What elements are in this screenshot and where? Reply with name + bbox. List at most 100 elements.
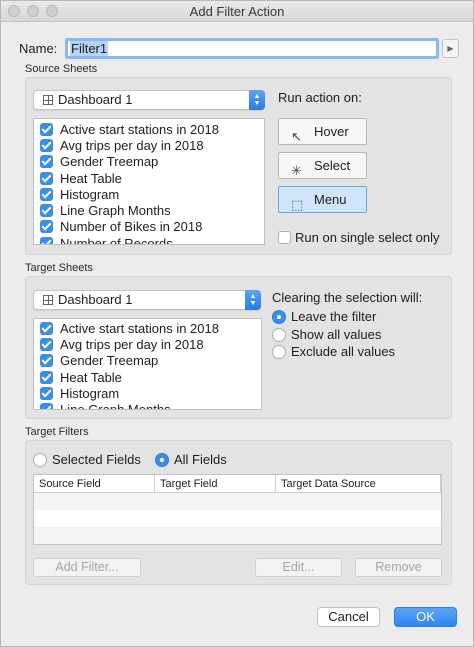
- pointer-icon: ↖: [291, 129, 302, 144]
- list-item[interactable]: Active start stations in 2018: [34, 320, 261, 336]
- select-stepper-icon: ▲ ▼: [245, 290, 261, 310]
- list-item-label: Number of Records: [60, 235, 173, 245]
- cancel-button[interactable]: Cancel: [317, 607, 380, 627]
- selected-fields-option[interactable]: Selected Fields: [33, 452, 141, 467]
- all-fields-label: All Fields: [174, 452, 227, 467]
- single-select-option[interactable]: Run on single select only: [278, 230, 440, 245]
- list-item[interactable]: Gender Treemap: [34, 154, 264, 170]
- name-input[interactable]: Filter1: [65, 38, 439, 59]
- list-item[interactable]: Heat Table: [34, 170, 264, 186]
- hover-action-button[interactable]: ↖ Hover: [278, 118, 367, 145]
- clear-leave-filter-option[interactable]: Leave the filter: [272, 309, 376, 324]
- all-fields-option[interactable]: All Fields: [155, 452, 227, 467]
- list-item[interactable]: Avg trips per day in 2018: [34, 137, 264, 153]
- target-filters-heading: Target Filters: [25, 426, 89, 438]
- dashboard-grid-icon: [43, 295, 53, 305]
- play-icon: ▶: [447, 44, 454, 53]
- list-item-label: Gender Treemap: [60, 353, 159, 369]
- list-item-label: Histogram: [60, 186, 120, 202]
- list-item-label: Line Graph Months: [60, 402, 171, 410]
- single-select-label: Run on single select only: [295, 230, 440, 245]
- select-stepper-icon: ▲ ▼: [249, 90, 265, 110]
- table-row: [34, 493, 441, 510]
- name-label: Name:: [19, 41, 58, 56]
- col-source-field[interactable]: Source Field: [34, 475, 155, 493]
- list-item[interactable]: Active start stations in 2018: [34, 121, 264, 137]
- checkbox[interactable]: [40, 138, 53, 152]
- table-row: [34, 527, 441, 544]
- checkbox[interactable]: [40, 220, 53, 234]
- target-sheets-list[interactable]: Active start stations in 2018 Avg trips p…: [33, 318, 262, 410]
- menu-action-button[interactable]: ⬚ Menu: [278, 186, 367, 213]
- target-dashboard-select[interactable]: Dashboard 1 ▲ ▼: [33, 290, 261, 310]
- menu-action-label: Menu: [314, 192, 347, 207]
- add-filter-action-dialog: Add Filter Action Name: Filter1 ▶ Source…: [0, 0, 474, 647]
- select-action-button[interactable]: ✳ Select: [278, 152, 367, 179]
- list-item[interactable]: Gender Treemap: [34, 353, 261, 369]
- checkbox[interactable]: [40, 155, 53, 169]
- list-item-label: Gender Treemap: [60, 154, 159, 170]
- source-dashboard-value: Dashboard 1: [58, 92, 133, 107]
- list-item[interactable]: Avg trips per day in 2018: [34, 336, 261, 352]
- leave-filter-label: Leave the filter: [291, 309, 377, 324]
- list-item-label: Heat Table: [60, 369, 122, 385]
- checkbox[interactable]: [40, 337, 53, 351]
- single-select-checkbox[interactable]: [278, 231, 291, 244]
- list-item[interactable]: Heat Table: [34, 369, 261, 385]
- list-item[interactable]: Number of Records: [34, 235, 264, 245]
- checkbox[interactable]: [40, 204, 53, 218]
- radio-leave-filter[interactable]: [272, 309, 286, 324]
- checkbox[interactable]: [40, 403, 53, 409]
- exclude-all-label: Exclude all values: [291, 344, 396, 359]
- dashboard-grid-icon: [43, 95, 53, 105]
- target-dashboard-value: Dashboard 1: [58, 292, 133, 307]
- selected-fields-label: Selected Fields: [52, 452, 141, 467]
- radio-selected-fields[interactable]: [33, 452, 47, 467]
- source-dashboard-select[interactable]: Dashboard 1 ▲ ▼: [33, 90, 265, 110]
- list-item[interactable]: Line Graph Months: [34, 202, 264, 218]
- checkbox[interactable]: [40, 122, 53, 136]
- source-sheets-group: Dashboard 1 ▲ ▼ Active start stations in …: [25, 77, 452, 255]
- radio-show-all[interactable]: [272, 327, 286, 342]
- window-title: Add Filter Action: [189, 4, 285, 19]
- checkbox[interactable]: [40, 321, 53, 335]
- select-action-label: Select: [314, 158, 351, 173]
- edit-button[interactable]: Edit...: [255, 558, 342, 577]
- list-item[interactable]: Histogram: [34, 186, 264, 202]
- list-item-label: Histogram: [60, 385, 120, 401]
- checkbox[interactable]: [40, 370, 53, 384]
- checkbox[interactable]: [40, 354, 53, 368]
- clear-show-all-option[interactable]: Show all values: [272, 327, 381, 342]
- list-item-label: Heat Table: [60, 170, 122, 186]
- list-item[interactable]: Line Graph Months: [34, 401, 261, 410]
- list-item-label: Avg trips per day in 2018: [60, 137, 204, 153]
- radio-all-fields[interactable]: [155, 452, 169, 467]
- radio-exclude-all[interactable]: [272, 344, 286, 359]
- target-sheets-heading: Target Sheets: [25, 262, 93, 274]
- show-all-label: Show all values: [291, 327, 382, 342]
- name-input-value: Filter1: [70, 41, 109, 56]
- target-filters-table[interactable]: Source Field Target Field Target Data So…: [33, 474, 442, 545]
- ok-button[interactable]: OK: [394, 607, 457, 627]
- checkbox[interactable]: [40, 171, 53, 185]
- list-item-label: Number of Bikes in 2018: [60, 219, 203, 235]
- run-action-label: Run action on:: [278, 90, 362, 105]
- list-item[interactable]: Histogram: [34, 385, 261, 401]
- list-item-label: Active start stations in 2018: [60, 121, 219, 137]
- table-row: [34, 510, 441, 527]
- source-sheets-list[interactable]: Active start stations in 2018 Avg trips p…: [33, 118, 265, 245]
- name-expand-button[interactable]: ▶: [442, 39, 459, 58]
- col-target-field[interactable]: Target Field: [155, 475, 276, 493]
- checkbox[interactable]: [40, 187, 53, 201]
- add-filter-button[interactable]: Add Filter...: [33, 558, 141, 577]
- remove-button[interactable]: Remove: [355, 558, 442, 577]
- checkbox[interactable]: [40, 386, 53, 400]
- list-item-label: Active start stations in 2018: [60, 320, 219, 336]
- source-sheets-heading: Source Sheets: [25, 63, 98, 75]
- clear-exclude-all-option[interactable]: Exclude all values: [272, 344, 395, 359]
- checkbox[interactable]: [40, 236, 53, 244]
- select-pointer-icon: ✳: [291, 163, 302, 178]
- col-target-data-source[interactable]: Target Data Source: [276, 475, 441, 493]
- hover-action-label: Hover: [314, 124, 349, 139]
- list-item[interactable]: Number of Bikes in 2018: [34, 219, 264, 235]
